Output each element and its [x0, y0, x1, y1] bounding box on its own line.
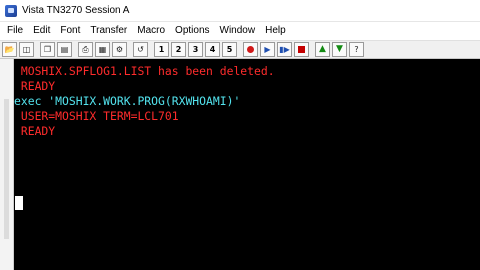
menu-options[interactable]: Options: [170, 22, 214, 40]
toolbar: 📂 ◫ ❐ ▤ ⎙ ▦ ⚙ ↺ 1 2 3 4 5 ▶ ▮▶ ▲ ▼ ?: [0, 40, 480, 59]
terminal-screen[interactable]: MOSHIX.SPFLOG1.LIST has been deleted. RE…: [14, 59, 480, 270]
pf3-label: 3: [192, 44, 199, 54]
print-setup-icon[interactable]: ▦: [95, 42, 110, 57]
open-icon[interactable]: 📂: [2, 42, 17, 57]
terminal-line-2: READY: [14, 79, 56, 93]
pf2-label: 2: [175, 44, 182, 54]
terminal-line-3: exec 'MOSHIX.WORK.PROG(RXWHOAMI)': [14, 94, 241, 108]
print-icon[interactable]: ⎙: [78, 42, 93, 57]
paste-icon[interactable]: ▤: [57, 42, 72, 57]
pf1-icon[interactable]: 1: [154, 42, 169, 57]
stop-icon[interactable]: [294, 42, 309, 57]
terminal-line-1: MOSHIX.SPFLOG1.LIST has been deleted.: [14, 64, 275, 78]
menu-window[interactable]: Window: [215, 22, 261, 40]
menu-macro[interactable]: Macro: [132, 22, 170, 40]
pf1-label: 1: [158, 44, 165, 54]
menu-transfer[interactable]: Transfer: [85, 22, 132, 40]
menu-edit[interactable]: Edit: [28, 22, 55, 40]
pf4-icon[interactable]: 4: [205, 42, 220, 57]
window-title: Vista TN3270 Session A: [22, 5, 130, 16]
page-up-icon[interactable]: ▲: [315, 42, 330, 57]
pf4-label: 4: [209, 44, 216, 54]
play-icon[interactable]: ▶: [260, 42, 275, 57]
menu-bar: File Edit Font Transfer Macro Options Wi…: [0, 22, 480, 40]
terminal-line-4: USER=MOSHIX TERM=LCL701: [14, 109, 179, 123]
title-bar: Vista TN3270 Session A: [0, 0, 480, 22]
help-icon[interactable]: ?: [349, 42, 364, 57]
app-icon: [5, 4, 17, 17]
pf2-icon[interactable]: 2: [171, 42, 186, 57]
menu-help[interactable]: Help: [260, 22, 291, 40]
record-icon[interactable]: [243, 42, 258, 57]
pf5-label: 5: [226, 44, 233, 54]
save-icon[interactable]: ◫: [19, 42, 34, 57]
copy-icon[interactable]: ❐: [40, 42, 55, 57]
menu-font[interactable]: Font: [55, 22, 85, 40]
pf5-icon[interactable]: 5: [222, 42, 237, 57]
menu-file[interactable]: File: [0, 22, 28, 40]
page-down-icon[interactable]: ▼: [332, 42, 347, 57]
left-scroll-margin[interactable]: [0, 59, 14, 270]
reset-icon[interactable]: ↺: [133, 42, 148, 57]
step-icon[interactable]: ▮▶: [277, 42, 292, 57]
settings-icon[interactable]: ⚙: [112, 42, 127, 57]
text-cursor: [15, 196, 23, 210]
pf3-icon[interactable]: 3: [188, 42, 203, 57]
terminal-line-5: READY: [14, 124, 56, 138]
